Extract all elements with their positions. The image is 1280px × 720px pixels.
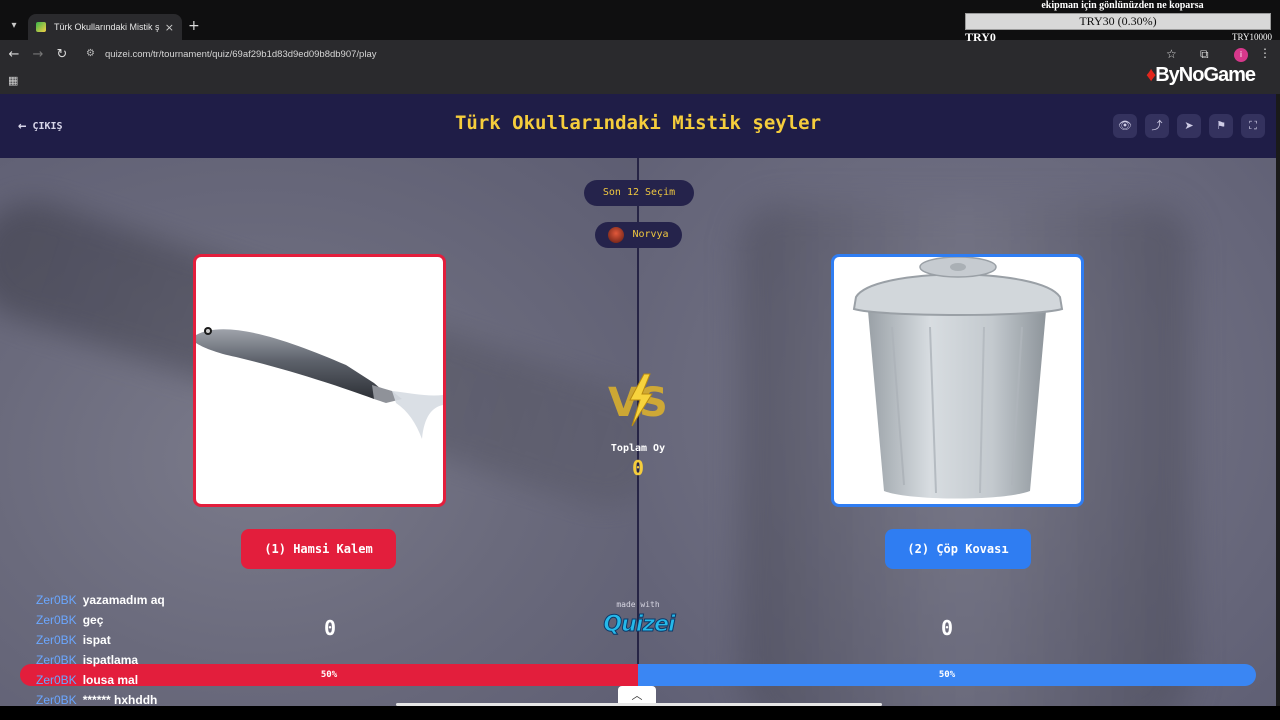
page-scrollbar[interactable] bbox=[1276, 94, 1280, 706]
player-badge: Norvya bbox=[595, 222, 682, 248]
chat-message: Zer0BK geç bbox=[36, 611, 336, 631]
sponsor-logo: ♦ByNoGame bbox=[1146, 64, 1256, 87]
player-name: Norvya bbox=[632, 229, 669, 240]
chat-text: geç bbox=[82, 613, 104, 627]
bottom-strip bbox=[0, 706, 1280, 720]
choice-button-right[interactable]: (2) Çöp Kovası bbox=[885, 529, 1031, 569]
bookmarks-bar bbox=[0, 70, 1280, 94]
reload-icon[interactable]: ↻ bbox=[54, 47, 70, 63]
chat-message: Zer0BK ispatlama bbox=[36, 651, 336, 671]
chat-username: Zer0BK bbox=[36, 613, 77, 627]
forward-arrow-icon[interactable]: → bbox=[30, 47, 46, 63]
chat-text: ****** hxhddh bbox=[82, 693, 158, 707]
avatar bbox=[608, 227, 625, 243]
browser-menu-icon[interactable]: ⋮ bbox=[1259, 46, 1271, 60]
donation-max: TRY10000 bbox=[1231, 32, 1272, 42]
chat-message: Zer0BK ispat bbox=[36, 631, 336, 651]
tab-close-icon[interactable]: × bbox=[165, 21, 174, 34]
round-badge: Son 12 Seçim bbox=[584, 180, 694, 206]
vs-icon: VS bbox=[608, 373, 668, 427]
send-icon[interactable]: ➤ bbox=[1177, 114, 1201, 138]
chat-message: Zer0BK lousa mal bbox=[36, 671, 336, 691]
chat-message: Zer0BK yazamadım aq bbox=[36, 591, 336, 611]
chat-text: yazamadım aq bbox=[82, 593, 165, 607]
donation-min: TRY0 bbox=[965, 30, 996, 44]
video-progress-line bbox=[396, 703, 882, 706]
donation-message: ekipman için gönlünüzden ne koparsa bbox=[1041, 0, 1204, 11]
vote-count-right: 0 bbox=[940, 616, 954, 640]
donation-progress: TRY30 (0.30%) bbox=[965, 13, 1271, 30]
browser-tab[interactable]: Türk Okullarındaki Mistik şeyler × bbox=[28, 14, 182, 40]
flag-icon[interactable]: ⚑ bbox=[1209, 114, 1233, 138]
chat-username: Zer0BK bbox=[36, 633, 77, 647]
extensions-icon[interactable]: ⧉ bbox=[1200, 47, 1209, 62]
site-info-icon[interactable]: ⚙ bbox=[86, 48, 95, 59]
made-with-label: made with bbox=[616, 600, 660, 609]
eye-icon[interactable]: 👁 bbox=[1113, 114, 1137, 138]
vote-bar-right: 50% bbox=[638, 664, 1256, 686]
page-title: Türk Okullarındaki Mistik şeyler bbox=[454, 112, 822, 134]
chat-text: lousa mal bbox=[82, 673, 139, 687]
tab-search-icon[interactable]: ▾ bbox=[6, 18, 22, 34]
stream-chat: Zer0BK yazamadım aq Zer0BK geç Zer0BK ispat Ze… bbox=[36, 591, 336, 711]
donation-goal-widget: ekipman için gönlünüzden ne koparsa TRY3… bbox=[965, 0, 1280, 44]
share-icon[interactable]: ⤴ bbox=[1145, 114, 1169, 138]
sponsor-name: ByNoGame bbox=[1155, 64, 1256, 86]
chat-username: Zer0BK bbox=[36, 593, 77, 607]
chat-text: ispat bbox=[82, 633, 111, 647]
fullscreen-icon[interactable]: ⛶ bbox=[1241, 114, 1265, 138]
flame-icon: ♦ bbox=[1146, 64, 1156, 86]
chat-username: Zer0BK bbox=[36, 693, 77, 707]
total-votes-value: 0 bbox=[631, 456, 645, 480]
tab-title: Türk Okullarındaki Mistik şeyler bbox=[54, 22, 159, 32]
favicon-icon bbox=[36, 22, 46, 32]
address-bar[interactable]: quizei.com/tr/tournament/quiz/69af29b1d8… bbox=[105, 49, 376, 60]
quiz-header: ← ÇIKIŞ Türk Okullarındaki Mistik şeyler… bbox=[0, 94, 1276, 158]
chat-username: Zer0BK bbox=[36, 653, 77, 667]
apps-grid-icon[interactable]: ▦ bbox=[8, 74, 18, 87]
total-votes-label: Toplam Oy bbox=[610, 443, 666, 454]
back-arrow-icon[interactable]: ← bbox=[6, 47, 22, 63]
chat-username: Zer0BK bbox=[36, 673, 77, 687]
choice-button-left[interactable]: (1) Hamsi Kalem bbox=[241, 529, 396, 569]
new-tab-button[interactable]: + bbox=[188, 18, 200, 34]
bookmark-star-icon[interactable]: ☆ bbox=[1166, 47, 1177, 61]
chat-text: ispatlama bbox=[82, 653, 139, 667]
quizei-logo: Quizei bbox=[603, 612, 676, 638]
profile-avatar[interactable]: i bbox=[1234, 48, 1248, 62]
